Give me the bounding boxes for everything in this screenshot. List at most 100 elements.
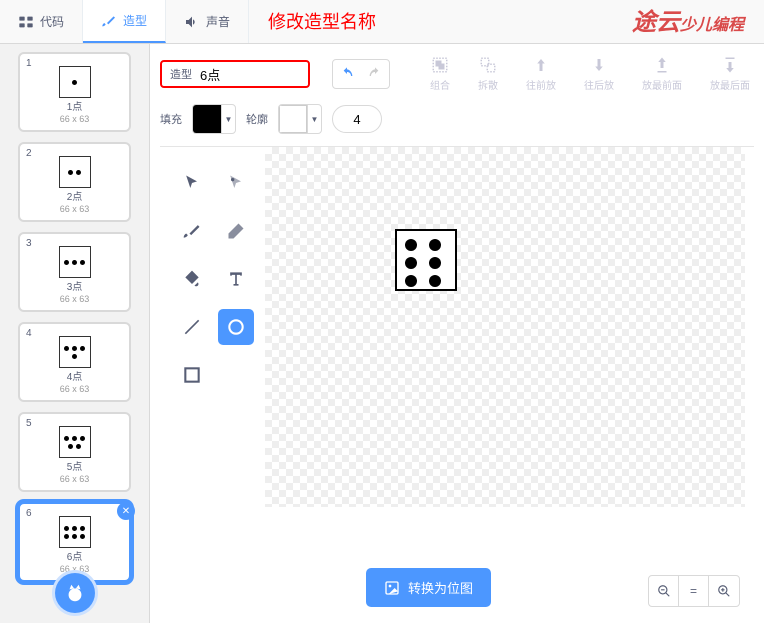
undo-icon	[339, 66, 355, 82]
logo: 途云少儿编程	[632, 2, 744, 37]
brush-tool-icon	[182, 221, 202, 241]
costume-size-label: 66 x 63	[26, 204, 123, 214]
costume-number: 6	[26, 508, 32, 519]
back-icon	[721, 56, 739, 74]
dice-6-shape[interactable]	[395, 229, 457, 291]
eraser-icon	[226, 221, 246, 241]
zoom-out-button[interactable]	[649, 576, 679, 606]
costume-size-label: 66 x 63	[26, 114, 123, 124]
delete-costume-button[interactable]: ✕	[117, 502, 135, 520]
cat-icon	[64, 582, 86, 604]
costume-number: 1	[26, 58, 32, 69]
pointer-icon	[182, 173, 202, 193]
toolbar-top: 造型 组合 拆散 往前放 往后放 放最前面 放最后面	[150, 44, 764, 104]
costume-item-6[interactable]: 66点66 x 63✕	[18, 502, 131, 582]
zoom-controls: =	[648, 575, 740, 607]
front-button[interactable]: 放最前面	[642, 56, 682, 92]
costume-name-label: 5点	[26, 462, 123, 474]
circle-icon	[226, 317, 246, 337]
ungroup-button[interactable]: 拆散	[478, 56, 498, 92]
chevron-down-icon: ▼	[221, 105, 235, 133]
backward-icon	[590, 56, 608, 74]
outline-label: 轮廓	[246, 111, 268, 127]
ungroup-icon	[479, 56, 497, 74]
reshape-tool[interactable]	[218, 165, 254, 201]
line-tool[interactable]	[174, 309, 210, 345]
costume-list: 11点66 x 6322点66 x 6333点66 x 6344点66 x 63…	[0, 44, 150, 623]
forward-button[interactable]: 往前放	[526, 56, 556, 92]
costume-name-label: 4点	[26, 372, 123, 384]
costume-item-4[interactable]: 4 4点66 x 63	[18, 322, 131, 402]
fill-label: 填充	[160, 111, 182, 127]
fill-tool[interactable]	[174, 261, 210, 297]
costume-number: 4	[26, 328, 32, 339]
zoom-reset-button[interactable]: =	[679, 576, 709, 606]
costume-size-label: 66 x 63	[26, 294, 123, 304]
chevron-down-icon: ▼	[307, 105, 321, 133]
text-tool[interactable]	[218, 261, 254, 297]
tab-costumes-label: 造型	[123, 12, 147, 29]
forward-icon	[532, 56, 550, 74]
costume-thumbnail	[59, 246, 91, 278]
outline-swatch[interactable]: ▼	[278, 104, 322, 134]
tab-sounds-label: 声音	[206, 13, 230, 30]
costume-number: 3	[26, 238, 32, 249]
reshape-icon	[226, 173, 246, 193]
back-button[interactable]: 放最后面	[710, 56, 750, 92]
redo-button[interactable]	[361, 60, 389, 88]
zoom-in-icon	[717, 584, 731, 598]
costume-name-label: 1点	[26, 102, 123, 114]
bucket-icon	[182, 269, 202, 289]
costume-thumbnail	[59, 426, 91, 458]
outline-width-input[interactable]	[332, 105, 382, 133]
select-tool[interactable]	[174, 165, 210, 201]
costume-thumbnail	[59, 336, 91, 368]
rect-icon	[182, 365, 202, 385]
image-icon	[384, 580, 400, 596]
line-icon	[182, 317, 202, 337]
costume-name-label: 造型	[170, 66, 192, 82]
sound-icon	[184, 14, 200, 30]
costume-number: 5	[26, 418, 32, 429]
group-button[interactable]: 组合	[430, 56, 450, 92]
annotation-text: 修改造型名称	[268, 8, 376, 34]
toolbar-fill: 填充 ▼ 轮廓 ▼	[150, 104, 764, 146]
costume-thumbnail	[59, 516, 91, 548]
rect-tool[interactable]	[174, 357, 210, 393]
tab-costumes[interactable]: 造型	[83, 0, 166, 43]
redo-icon	[367, 66, 383, 82]
convert-bitmap-button[interactable]: 转换为位图	[366, 568, 491, 607]
costume-size-label: 66 x 63	[26, 474, 123, 484]
front-icon	[653, 56, 671, 74]
costume-name-box: 造型	[160, 60, 310, 88]
tab-code-label: 代码	[40, 13, 64, 30]
tab-code[interactable]: 代码	[0, 0, 83, 43]
backward-button[interactable]: 往后放	[584, 56, 614, 92]
costume-item-1[interactable]: 1 1点66 x 63	[18, 52, 131, 132]
eraser-tool[interactable]	[218, 213, 254, 249]
costume-thumbnail	[59, 156, 91, 188]
text-icon	[226, 269, 246, 289]
undo-button[interactable]	[333, 60, 361, 88]
costume-size-label: 66 x 63	[26, 384, 123, 394]
zoom-in-button[interactable]	[709, 576, 739, 606]
costume-name-input[interactable]	[200, 67, 280, 82]
brush-tool[interactable]	[174, 213, 210, 249]
circle-tool[interactable]	[218, 309, 254, 345]
costume-thumbnail	[59, 66, 91, 98]
costume-name-label: 6点	[26, 552, 123, 564]
tab-sounds[interactable]: 声音	[166, 0, 249, 43]
add-costume-button[interactable]	[55, 573, 95, 613]
costume-name-label: 2点	[26, 192, 123, 204]
tool-palette	[160, 147, 256, 623]
costume-item-3[interactable]: 33点66 x 63	[18, 232, 131, 312]
costume-item-2[interactable]: 2 2点66 x 63	[18, 142, 131, 222]
code-icon	[18, 14, 34, 30]
zoom-out-icon	[657, 584, 671, 598]
costume-item-5[interactable]: 5 5点66 x 63	[18, 412, 131, 492]
fill-swatch[interactable]: ▼	[192, 104, 236, 134]
undo-redo-group	[332, 59, 390, 89]
brush-icon	[101, 13, 117, 29]
paint-canvas[interactable]	[265, 147, 745, 507]
costume-number: 2	[26, 148, 32, 159]
